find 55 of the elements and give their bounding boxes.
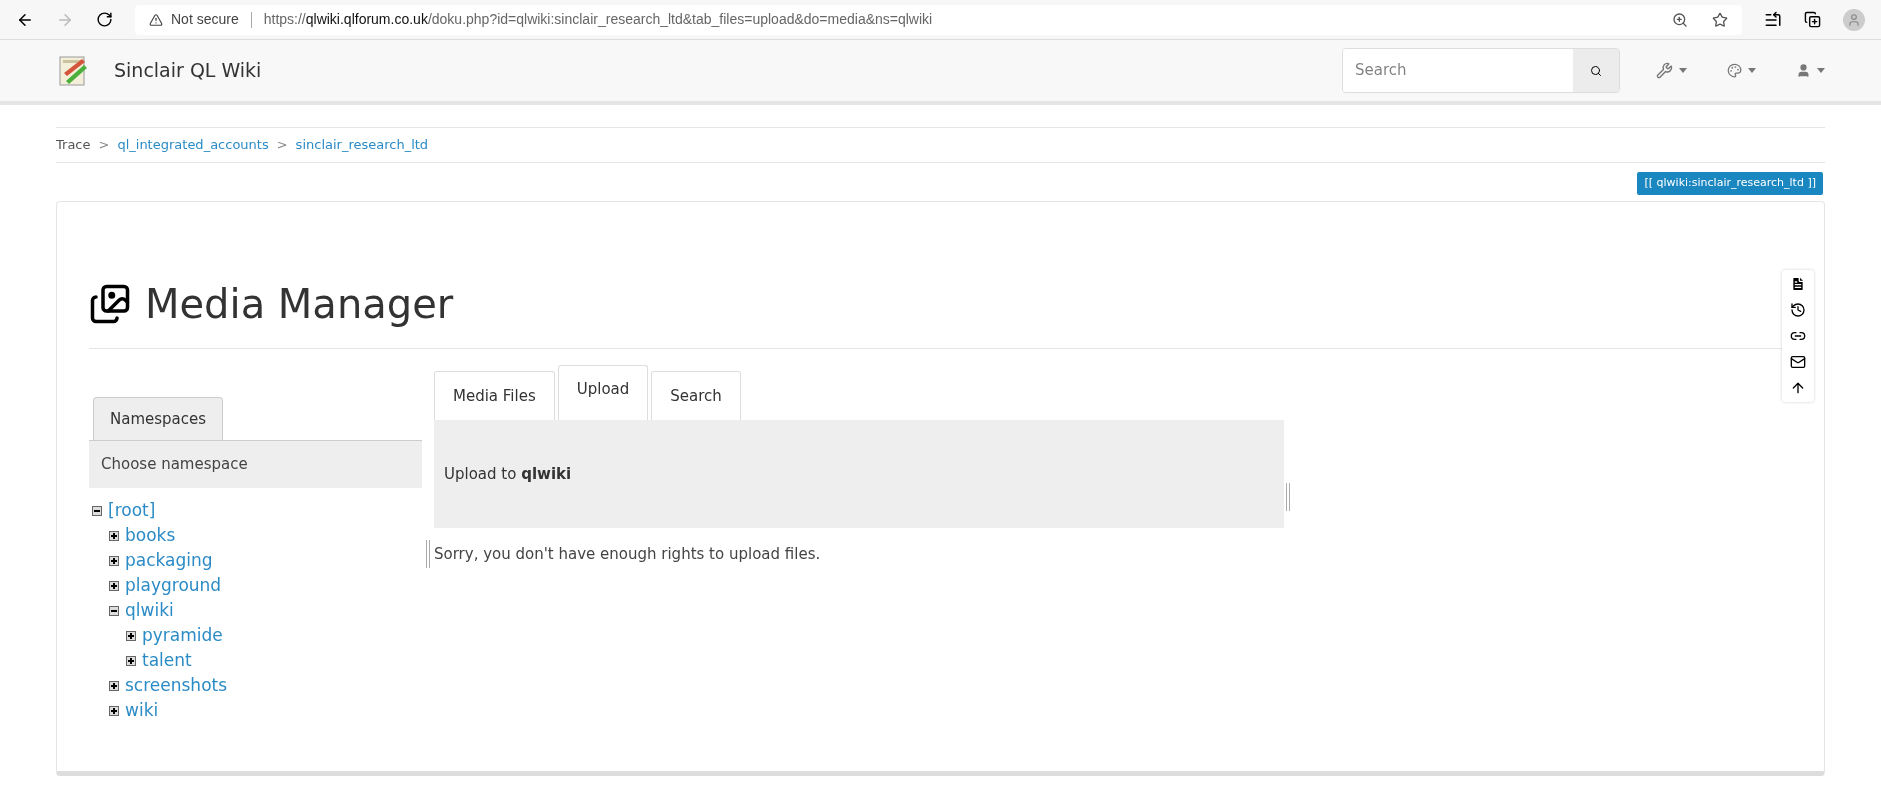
namespace-link[interactable]: qlwiki <box>125 597 174 624</box>
history-icon[interactable] <box>1790 301 1806 318</box>
breadcrumb-link[interactable]: sinclair_research_ltd <box>295 135 429 155</box>
expand-icon[interactable] <box>109 705 119 716</box>
namespace-link[interactable]: packaging <box>125 547 213 574</box>
url-text: https://qlwiki.qlforum.co.uk/doku.php?id=qlwiki:sinclair_research_ltd&tab_files=upload&do=media&ns=qlwiki <box>263 10 933 29</box>
mail-icon[interactable] <box>1790 353 1806 370</box>
user-icon[interactable] <box>1796 63 1811 78</box>
breadcrumb-link[interactable]: ql_integrated_accounts <box>117 135 269 155</box>
page-heading: Media Manager <box>145 279 454 329</box>
profile-avatar[interactable] <box>1843 8 1865 31</box>
media-tab[interactable]: Media Files <box>434 370 555 420</box>
warning-icon <box>149 12 163 27</box>
caret-icon <box>1679 68 1687 73</box>
page-id-badge[interactable]: [[ qlwiki:sinclair_research_ltd ]] <box>1637 172 1823 195</box>
expand-icon[interactable] <box>109 680 119 691</box>
zoom-icon[interactable] <box>1672 11 1688 28</box>
resize-handle[interactable] <box>426 540 430 568</box>
address-bar[interactable]: Not secure https://qlwiki.qlforum.co.uk/doku.php?id=qlwiki:sinclair_research_ltd&tab_files=upload&do=media&ns=qlwiki <box>135 4 1742 35</box>
tools-icon[interactable] <box>1656 62 1673 79</box>
breadcrumb-separator: > <box>276 136 288 155</box>
breadcrumb-separator: > <box>98 136 110 155</box>
namespaces-tab[interactable]: Namespaces <box>93 396 224 440</box>
expand-icon[interactable] <box>109 530 119 541</box>
site-title[interactable]: Sinclair QL Wiki <box>114 56 262 85</box>
media-folder-icon <box>89 282 131 325</box>
caret-icon <box>1748 68 1756 73</box>
namespace-link[interactable]: screenshots <box>125 672 228 699</box>
collections-icon[interactable] <box>1804 11 1821 28</box>
namespace-link[interactable]: wiki <box>125 697 159 724</box>
namespace-link[interactable]: talent <box>142 647 192 674</box>
caret-icon <box>1817 68 1825 73</box>
favorites-icon[interactable] <box>1764 10 1782 29</box>
upload-message: Sorry, you don't have enough rights to upload files. <box>434 543 821 565</box>
media-tab[interactable]: Upload <box>557 364 649 420</box>
resize-handle[interactable] <box>1286 482 1290 511</box>
expand-icon[interactable] <box>126 630 136 641</box>
reload-icon[interactable] <box>96 11 113 28</box>
namespace-link[interactable]: playground <box>125 572 222 599</box>
palette-icon[interactable] <box>1727 63 1742 78</box>
security-label: Not secure <box>171 10 239 29</box>
breadcrumb-label: Trace <box>56 136 91 155</box>
star-icon[interactable] <box>1712 11 1728 28</box>
expand-icon[interactable] <box>109 580 119 591</box>
namespace-link[interactable]: [root] <box>108 497 156 524</box>
collapse-icon[interactable] <box>92 505 102 516</box>
expand-icon[interactable] <box>109 555 119 566</box>
collapse-icon[interactable] <box>109 605 119 616</box>
upload-title: Upload to qlwiki <box>444 463 572 485</box>
choose-namespace-header: Choose namespace <box>89 440 422 488</box>
media-tab[interactable]: Search <box>651 370 741 420</box>
namespace-link[interactable]: pyramide <box>142 622 223 649</box>
document-icon[interactable] <box>1790 275 1806 292</box>
expand-icon[interactable] <box>126 655 136 666</box>
namespace-link[interactable]: books <box>125 522 176 549</box>
